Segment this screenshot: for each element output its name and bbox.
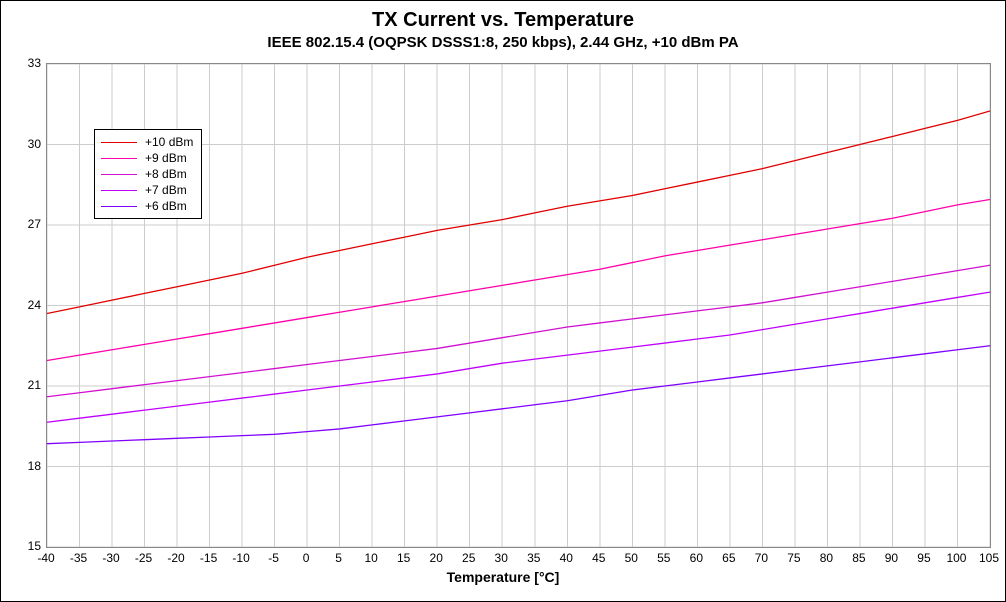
legend-label: +6 dBm (145, 199, 187, 213)
x-tick: 50 (616, 551, 646, 565)
x-tick: -15 (194, 551, 224, 565)
x-tick: 105 (974, 551, 1004, 565)
y-tick: 15 (11, 539, 41, 553)
x-tick: 100 (941, 551, 971, 565)
x-tick: -10 (226, 551, 256, 565)
x-tick: 85 (844, 551, 874, 565)
x-tick: 25 (454, 551, 484, 565)
x-tick: 40 (551, 551, 581, 565)
legend-swatch (101, 142, 137, 143)
x-tick: -40 (31, 551, 61, 565)
legend-swatch (101, 206, 137, 207)
x-tick: 65 (714, 551, 744, 565)
x-tick: 5 (324, 551, 354, 565)
x-tick: 60 (681, 551, 711, 565)
legend-label: +10 dBm (145, 135, 193, 149)
legend-item: +6 dBm (101, 198, 193, 214)
legend-swatch (101, 190, 137, 191)
legend-item: +7 dBm (101, 182, 193, 198)
x-tick: 45 (584, 551, 614, 565)
series-line (47, 292, 990, 422)
x-tick: -35 (64, 551, 94, 565)
x-tick: 95 (909, 551, 939, 565)
x-tick: 90 (876, 551, 906, 565)
legend-item: +8 dBm (101, 166, 193, 182)
x-tick: 30 (486, 551, 516, 565)
x-tick: 10 (356, 551, 386, 565)
y-tick: 24 (11, 298, 41, 312)
y-tick: 30 (11, 137, 41, 151)
x-tick: 0 (291, 551, 321, 565)
series-line (47, 200, 990, 361)
plot-area: +10 dBm +9 dBm +8 dBm +7 dBm +6 dBm (46, 63, 991, 548)
x-tick: -30 (96, 551, 126, 565)
legend: +10 dBm +9 dBm +8 dBm +7 dBm +6 dBm (94, 129, 202, 219)
y-tick: 21 (11, 378, 41, 392)
legend-label: +7 dBm (145, 183, 187, 197)
x-tick: 80 (811, 551, 841, 565)
x-tick: -20 (161, 551, 191, 565)
chart-subtitle: IEEE 802.15.4 (OQPSK DSSS1:8, 250 kbps),… (1, 34, 1005, 51)
x-tick: 55 (649, 551, 679, 565)
chart-container: TX Current vs. Temperature IEEE 802.15.4… (0, 0, 1006, 602)
x-tick: -5 (259, 551, 289, 565)
x-tick: -25 (129, 551, 159, 565)
legend-label: +8 dBm (145, 167, 187, 181)
y-tick: 33 (11, 56, 41, 70)
legend-item: +10 dBm (101, 134, 193, 150)
legend-item: +9 dBm (101, 150, 193, 166)
x-tick: 70 (746, 551, 776, 565)
legend-swatch (101, 174, 137, 175)
chart-title: TX Current vs. Temperature (1, 9, 1005, 32)
x-tick: 15 (389, 551, 419, 565)
legend-swatch (101, 158, 137, 159)
y-tick: 27 (11, 217, 41, 231)
x-axis-label: Temperature [°C] (1, 569, 1005, 585)
x-tick: 35 (519, 551, 549, 565)
legend-label: +9 dBm (145, 151, 187, 165)
series-line (47, 346, 990, 444)
y-tick: 18 (11, 459, 41, 473)
x-tick: 75 (779, 551, 809, 565)
x-tick: 20 (421, 551, 451, 565)
